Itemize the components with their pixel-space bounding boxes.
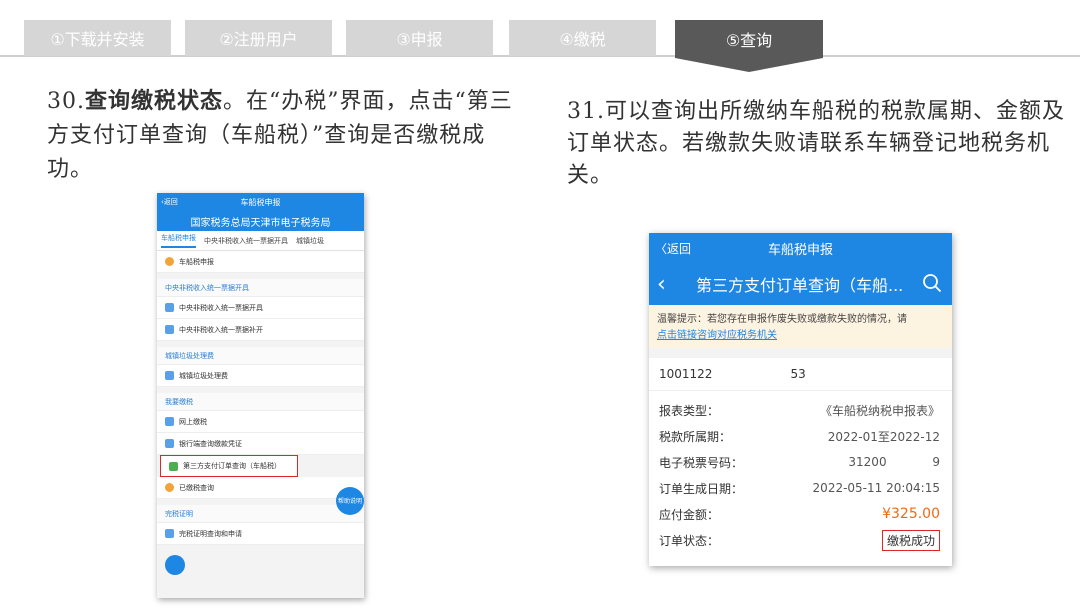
p1-item-paid[interactable]: 已缴税查询 xyxy=(157,477,364,499)
detail-row: 报表类型： 《车船税纳税申报表》 xyxy=(659,397,940,423)
detail-row: 税款所属期： 2022-01至2022-12 xyxy=(659,423,940,449)
status-badge: 缴税成功 xyxy=(881,529,940,551)
p2-notice: 温馨提示：若您存在申报作废失败或缴款失败的情况，请 点击链接咨询对应税务机关 xyxy=(649,305,952,348)
detail-key: 电子税票号码： xyxy=(659,455,744,470)
p1-navbar: ‹返回 车船税申报 xyxy=(157,193,364,211)
p1-item-label: 银行端查询缴款凭证 xyxy=(179,439,242,448)
status-label: 订单状态： xyxy=(659,533,720,548)
detail-value: 31200 9 xyxy=(848,455,940,469)
p2-notice-link[interactable]: 点击链接咨询对应税务机关 xyxy=(657,328,944,344)
left-step-number: 30. xyxy=(47,89,85,114)
p1-banner: 国家税务总局天津市电子税务局 xyxy=(157,211,364,231)
p2-detail-list: 报表类型： 《车船税纳税申报表》 税款所属期： 2022-01至2022-12 … xyxy=(649,391,952,553)
search-icon[interactable] xyxy=(922,273,942,293)
left-step-bold: 查询缴税状态 xyxy=(85,88,224,114)
p1-item-label: 完税证明查询和申请 xyxy=(179,529,242,538)
step-tab-register[interactable]: ②注册用户 xyxy=(185,20,332,56)
search-icon xyxy=(165,257,174,266)
active-step-arrow xyxy=(675,58,823,72)
p2-header-title: 第三方支付订单查询（车船... xyxy=(696,276,904,295)
p1-item-label: 第三方支付订单查询（车船税） xyxy=(183,462,281,470)
p1-item-label: 网上缴税 xyxy=(179,417,207,426)
bank-icon xyxy=(165,439,174,448)
detail-value: 2022-05-11 20:04:15 xyxy=(812,481,940,495)
status-row: 订单状态： 缴税成功 xyxy=(659,527,940,553)
p1-section-garbage: 城镇垃圾处理费 xyxy=(157,347,364,365)
amount-label: 应付金额： xyxy=(659,507,720,522)
detail-value: 2022-01至2022-12 xyxy=(827,429,940,444)
p1-item-label: 城镇垃圾处理费 xyxy=(179,371,228,380)
amount-row: 应付金额： ¥325.00 xyxy=(659,501,940,527)
p1-section-cert: 完税证明 xyxy=(157,505,364,523)
p2-title: 车船税申报 xyxy=(767,242,833,258)
detail-row: 订单生成日期： 2022-05-11 20:04:15 xyxy=(659,475,940,501)
right-instruction: 31.可以查询出所缴纳车船税的税款属期、金额及订单状态。若缴款失败请联系车辆登记… xyxy=(567,99,1065,188)
p1-item-garbage[interactable]: 城镇垃圾处理费 xyxy=(157,365,364,387)
phone-screenshot-menu: ‹返回 车船税申报 国家税务总局天津市电子税务局 车船税申报 中央非税收入统一票… xyxy=(157,193,364,598)
p1-item-online[interactable]: 网上缴税 xyxy=(157,411,364,433)
p1-item-label: 中央非税收入统一票据开具 xyxy=(179,303,263,312)
p2-back-button[interactable]: 〈返回 xyxy=(655,240,691,257)
p2-notice-text: 温馨提示：若您存在申报作废失败或缴款失败的情况，请 xyxy=(657,314,907,325)
p2-navbar: 〈返回 车船税申报 xyxy=(649,233,952,263)
p1-item-declare[interactable]: 车船税申报 xyxy=(157,251,364,273)
step-tab-download[interactable]: ①下载并安装 xyxy=(24,20,171,56)
phone-screenshot-order: 〈返回 车船税申报 ‹ 第三方支付订单查询（车船... 温馨提示：若您存在申报作… xyxy=(649,233,952,566)
invoice-icon xyxy=(165,303,174,312)
p2-order-suffix: 53 xyxy=(790,367,806,381)
p1-item-label: 中央非税收入统一票据补开 xyxy=(179,325,263,334)
step-tab-declare[interactable]: ③申报 xyxy=(346,20,493,56)
invoice-icon xyxy=(165,325,174,334)
p1-item-reissue[interactable]: 中央非税收入统一票据补开 xyxy=(157,319,364,341)
help-float-button[interactable]: 帮助说明 xyxy=(336,487,364,515)
step-tabs: ①下载并安装 ②注册用户 ③申报 ④缴税 ⑤查询 xyxy=(0,0,1080,72)
certificate-icon xyxy=(165,529,174,538)
user-icon[interactable] xyxy=(165,555,185,575)
chevron-left-icon[interactable]: ‹ xyxy=(657,272,666,297)
detail-key: 订单生成日期： xyxy=(659,481,744,496)
order-icon xyxy=(169,461,178,471)
p1-title: 车船税申报 xyxy=(240,197,281,207)
p1-item-bank[interactable]: 银行端查询缴款凭证 xyxy=(157,433,364,455)
p1-section-nontax: 中央非税收入统一票据开具 xyxy=(157,279,364,297)
left-instruction: 30.查询缴税状态。在“办税”界面，点击“第三方支付订单查询（车船税）”查询是否… xyxy=(47,84,527,187)
pay-icon xyxy=(165,417,174,426)
p1-tab-nontax[interactable]: 中央非税收入统一票据开具 xyxy=(204,236,288,246)
p1-item-label: 车船税申报 xyxy=(179,257,214,266)
detail-value: 《车船税纳税申报表》 xyxy=(819,403,940,418)
step-tab-query[interactable]: ⑤查询 xyxy=(675,20,823,58)
p1-item-thirdparty[interactable]: 第三方支付订单查询（车船税） xyxy=(160,455,298,477)
p1-tab-declare[interactable]: 车船税申报 xyxy=(161,233,196,248)
search-icon xyxy=(165,483,174,492)
p1-section-pay: 我要缴税 xyxy=(157,393,364,411)
detail-key: 税款所属期： xyxy=(659,429,732,444)
detail-row: 电子税票号码： 31200 9 xyxy=(659,449,940,475)
p2-order-prefix: 1001122 xyxy=(659,367,713,381)
step-tab-pay[interactable]: ④缴税 xyxy=(509,20,656,56)
trash-icon xyxy=(165,371,174,380)
p1-back-button[interactable]: ‹返回 xyxy=(161,197,178,207)
p1-item-label: 已缴税查询 xyxy=(179,483,214,492)
p2-header: ‹ 第三方支付订单查询（车船... xyxy=(649,263,952,305)
p1-item-cert[interactable]: 完税证明查询和申请 xyxy=(157,523,364,545)
p1-tabs: 车船税申报 中央非税收入统一票据开具 城镇垃圾 xyxy=(157,231,364,251)
amount-value: ¥325.00 xyxy=(882,506,940,522)
p2-order-number: 1001122 53 xyxy=(649,358,952,391)
p1-tab-garbage[interactable]: 城镇垃圾 xyxy=(296,236,324,246)
detail-key: 报表类型： xyxy=(659,403,720,418)
p1-item-issue[interactable]: 中央非税收入统一票据开具 xyxy=(157,297,364,319)
